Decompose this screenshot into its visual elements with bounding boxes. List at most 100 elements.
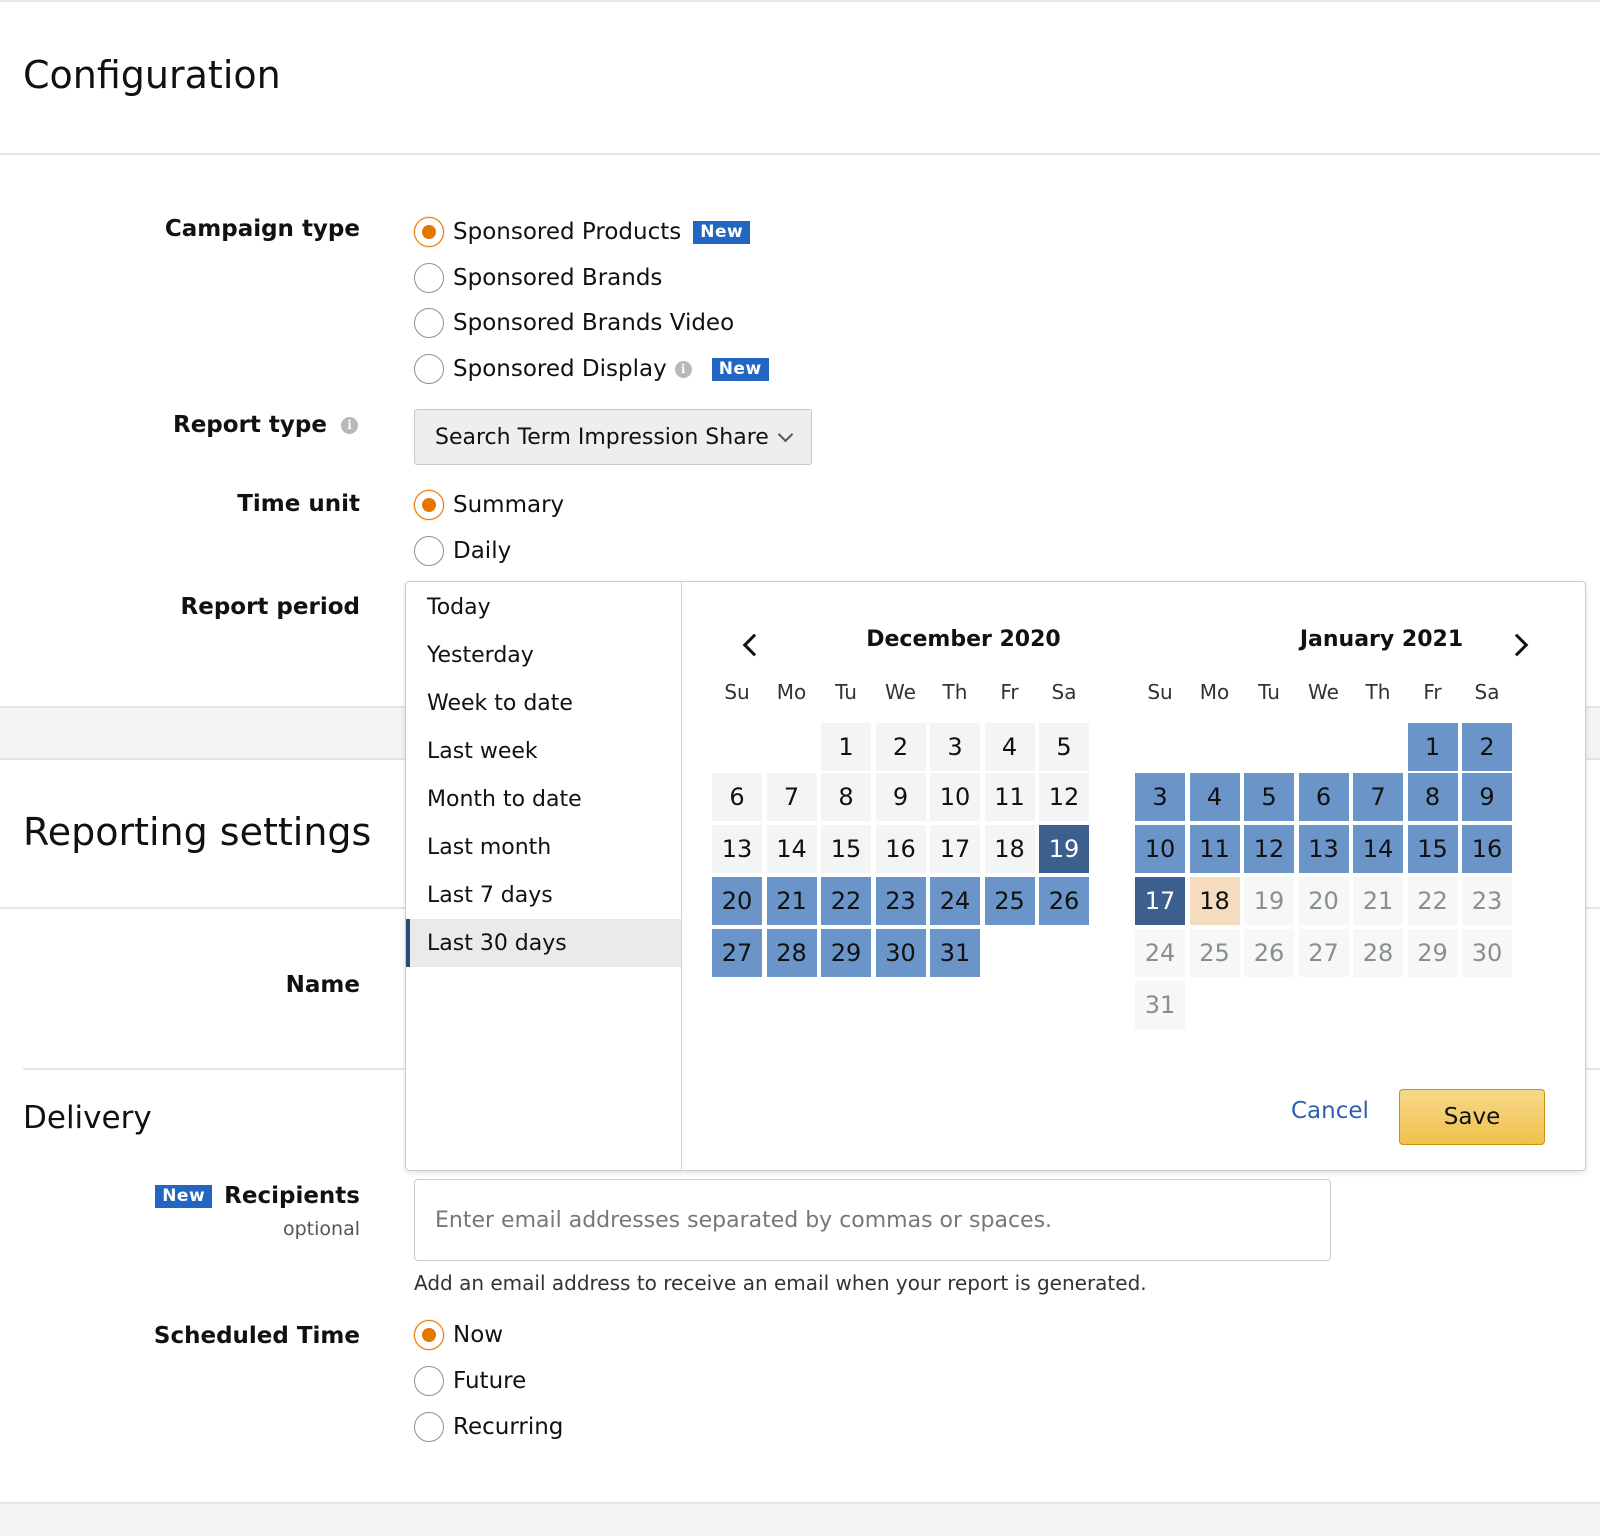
- recipients-email-input[interactable]: [415, 1180, 1330, 1260]
- radio-daily[interactable]: Daily: [414, 533, 511, 569]
- calendar-day[interactable]: 22: [821, 877, 871, 925]
- calendar-day[interactable]: 21: [766, 877, 817, 925]
- calendar-day[interactable]: 30: [875, 929, 926, 977]
- calendar-day[interactable]: 9: [875, 773, 926, 821]
- radio-unchecked-icon[interactable]: [414, 354, 444, 384]
- preset-last-7-days[interactable]: Last 7 days: [406, 871, 681, 919]
- radio-checked-icon[interactable]: [414, 490, 444, 520]
- calendar-day[interactable]: 1: [1407, 723, 1458, 771]
- info-icon[interactable]: i: [341, 417, 358, 434]
- calendar-day[interactable]: 19: [1039, 825, 1089, 873]
- calendar-day[interactable]: 23: [875, 877, 926, 925]
- calendar-day[interactable]: 22: [1407, 877, 1458, 925]
- calendar-day[interactable]: 17: [1135, 877, 1185, 925]
- calendar-day[interactable]: 31: [930, 929, 980, 977]
- cancel-button[interactable]: Cancel: [1291, 1098, 1369, 1124]
- preset-month-to-date[interactable]: Month to date: [406, 775, 681, 823]
- calendar-day[interactable]: 11: [984, 773, 1035, 821]
- preset-today[interactable]: Today: [406, 583, 681, 631]
- calendar-day[interactable]: 10: [1135, 825, 1185, 873]
- calendar-day[interactable]: 5: [1244, 773, 1294, 821]
- calendar-day[interactable]: 23: [1462, 877, 1512, 925]
- preset-week-to-date[interactable]: Week to date: [406, 679, 681, 727]
- radio-summary[interactable]: Summary: [414, 487, 564, 523]
- calendar-day[interactable]: 5: [1039, 723, 1089, 771]
- calendar-day[interactable]: 3: [930, 723, 980, 771]
- preset-last-week[interactable]: Last week: [406, 727, 681, 775]
- calendar-day[interactable]: 13: [1298, 825, 1349, 873]
- preset-yesterday[interactable]: Yesterday: [406, 631, 681, 679]
- calendar-day[interactable]: 16: [1462, 825, 1512, 873]
- calendar-day[interactable]: 15: [1407, 825, 1458, 873]
- radio-unchecked-icon[interactable]: [414, 1412, 444, 1442]
- calendar-day[interactable]: 26: [1244, 929, 1294, 977]
- chevron-left-icon[interactable]: [742, 633, 766, 657]
- calendar-day[interactable]: 31: [1135, 981, 1185, 1029]
- calendar-day[interactable]: 15: [821, 825, 871, 873]
- preset-last-30-days[interactable]: Last 30 days: [406, 919, 681, 967]
- info-icon[interactable]: i: [674, 360, 692, 378]
- calendar-day[interactable]: 9: [1462, 773, 1512, 821]
- calendar-day[interactable]: 10: [930, 773, 980, 821]
- report-type-text: Report type: [173, 412, 327, 438]
- preset-last-month[interactable]: Last month: [406, 823, 681, 871]
- calendar-day[interactable]: 29: [821, 929, 871, 977]
- month-title-january: January 2021: [1299, 627, 1464, 652]
- calendar-day[interactable]: 12: [1039, 773, 1089, 821]
- radio-checked-icon[interactable]: [414, 1320, 444, 1350]
- radio-unchecked-icon[interactable]: [414, 536, 444, 566]
- calendar-day[interactable]: 19: [1244, 877, 1294, 925]
- radio-unchecked-icon[interactable]: [414, 308, 444, 338]
- calendar-day[interactable]: 25: [984, 877, 1035, 925]
- calendar-day[interactable]: 2: [875, 723, 926, 771]
- radio-unchecked-icon[interactable]: [414, 1366, 444, 1396]
- calendar-day[interactable]: 21: [1353, 877, 1403, 925]
- calendar-day[interactable]: 20: [712, 877, 762, 925]
- radio-sponsored-products[interactable]: Sponsored Products New: [414, 214, 751, 250]
- calendar-day[interactable]: 16: [875, 825, 926, 873]
- recipients-input-box[interactable]: [414, 1179, 1331, 1261]
- calendar-day[interactable]: 7: [766, 773, 817, 821]
- calendar-day[interactable]: 24: [930, 877, 980, 925]
- radio-checked-icon[interactable]: [414, 217, 444, 247]
- calendar-day[interactable]: 4: [984, 723, 1035, 771]
- calendar-day[interactable]: 30: [1462, 929, 1512, 977]
- calendar-day[interactable]: 11: [1189, 825, 1240, 873]
- save-button[interactable]: Save: [1399, 1089, 1545, 1145]
- weekday-header: Sa: [1051, 680, 1077, 704]
- radio-now[interactable]: Now: [414, 1317, 503, 1353]
- calendar-day[interactable]: 14: [1353, 825, 1403, 873]
- radio-sponsored-brands[interactable]: Sponsored Brands: [414, 260, 662, 296]
- calendar-day[interactable]: 7: [1353, 773, 1403, 821]
- report-type-dropdown[interactable]: Search Term Impression Share: [414, 409, 812, 465]
- calendar-day[interactable]: 6: [712, 773, 762, 821]
- calendar-day[interactable]: 8: [1407, 773, 1458, 821]
- calendar-day[interactable]: 1: [821, 723, 871, 771]
- calendar-day[interactable]: 27: [1298, 929, 1349, 977]
- calendar-day[interactable]: 24: [1135, 929, 1185, 977]
- radio-recurring[interactable]: Recurring: [414, 1409, 563, 1445]
- radio-future[interactable]: Future: [414, 1363, 526, 1399]
- calendar-day[interactable]: 17: [930, 825, 980, 873]
- calendar-day[interactable]: 8: [821, 773, 871, 821]
- calendar-day[interactable]: 18: [1189, 877, 1240, 925]
- calendar-day[interactable]: 12: [1244, 825, 1294, 873]
- calendar-day[interactable]: 4: [1189, 773, 1240, 821]
- radio-unchecked-icon[interactable]: [414, 263, 444, 293]
- radio-sponsored-display[interactable]: Sponsored Display i New: [414, 351, 769, 387]
- calendar-day[interactable]: 13: [712, 825, 762, 873]
- calendar-day[interactable]: 6: [1298, 773, 1349, 821]
- calendar-day[interactable]: 26: [1039, 877, 1089, 925]
- calendar-day[interactable]: 3: [1135, 773, 1185, 821]
- calendar-day[interactable]: 25: [1189, 929, 1240, 977]
- calendar-day[interactable]: 28: [766, 929, 817, 977]
- calendar-day[interactable]: 2: [1462, 723, 1512, 771]
- radio-sponsored-brands-video[interactable]: Sponsored Brands Video: [414, 305, 734, 341]
- calendar-day[interactable]: 28: [1353, 929, 1403, 977]
- calendar-day[interactable]: 29: [1407, 929, 1458, 977]
- top-divider: [0, 0, 1600, 2]
- calendar-day[interactable]: 27: [712, 929, 762, 977]
- calendar-day[interactable]: 14: [766, 825, 817, 873]
- calendar-day[interactable]: 18: [984, 825, 1035, 873]
- calendar-day[interactable]: 20: [1298, 877, 1349, 925]
